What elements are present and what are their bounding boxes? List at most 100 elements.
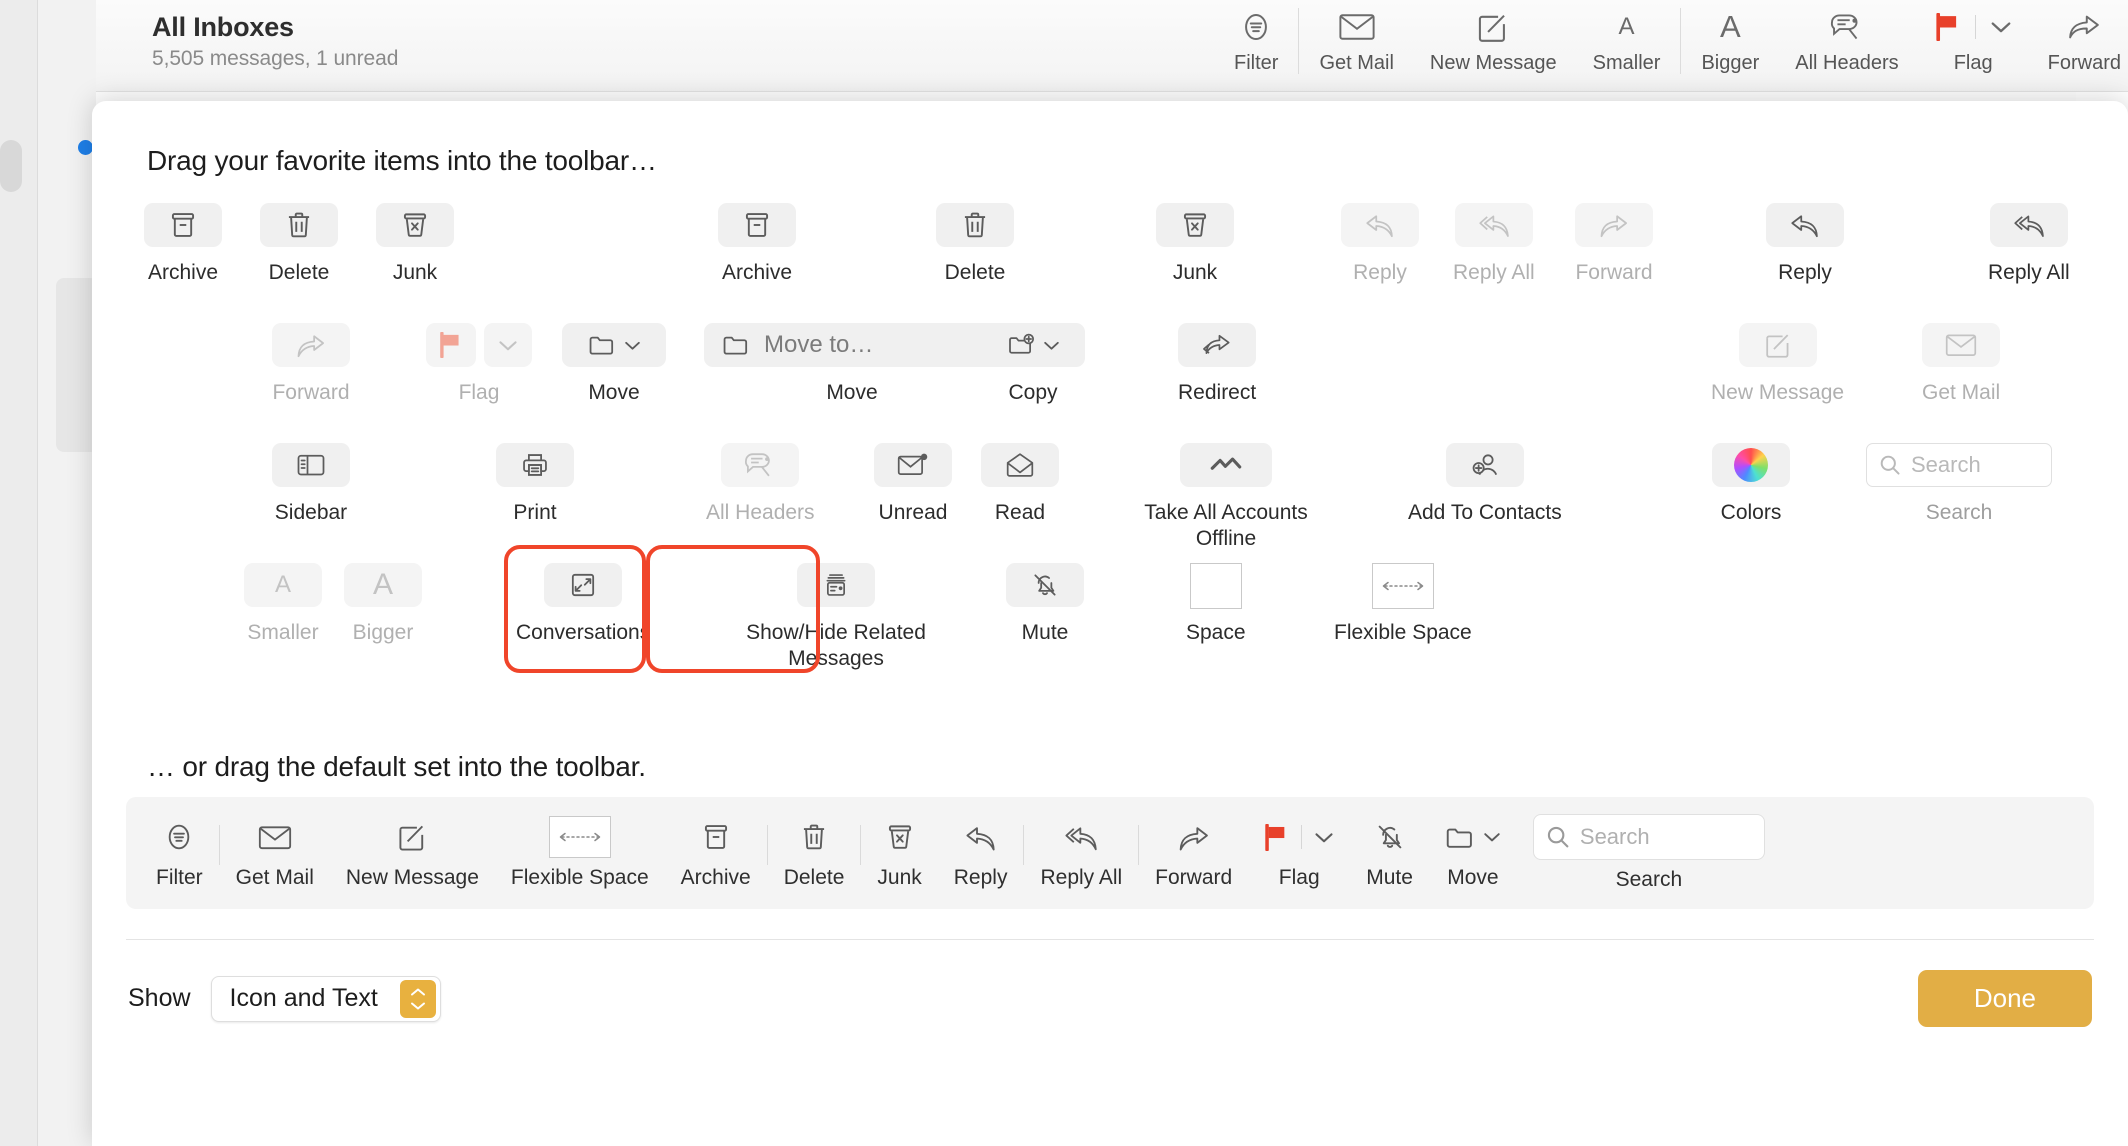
palette-item-flexible-space[interactable]: Flexible Space — [1334, 563, 1472, 646]
show-select[interactable]: Icon and Text — [210, 975, 441, 1022]
palette-label: Space — [1186, 621, 1246, 644]
palette-item-print[interactable]: Print — [496, 443, 574, 526]
space-icon — [1189, 563, 1242, 609]
app-toolbar: All Inboxes 5,505 messages, 1 unread Fil… — [96, 0, 2128, 92]
palette-item-colors[interactable]: Colors — [1712, 443, 1790, 526]
forward-icon — [2066, 8, 2102, 46]
palette-label: Move — [588, 381, 640, 404]
palette-item-reply-disabled[interactable]: Reply — [1341, 203, 1419, 286]
palette-item-search[interactable]: Search Search — [1866, 443, 2052, 526]
palette-row-4: A Smaller A Bigger Conversations Show/Hi… — [126, 545, 2094, 713]
conversations-icon — [544, 563, 623, 607]
junk-icon — [885, 816, 915, 858]
trash-icon — [936, 203, 1014, 247]
palette-item-add-to-contacts[interactable]: Add To Contacts — [1408, 443, 1562, 526]
default-item-mute[interactable]: Mute — [1350, 816, 1429, 890]
search-placeholder: Search — [1579, 824, 1650, 849]
copy-folder-menu-icon — [981, 323, 1085, 367]
default-item-reply[interactable]: Reply — [938, 816, 1024, 890]
toolbar-button-get-mail[interactable]: Get Mail — [1301, 8, 1411, 75]
reply-icon — [1341, 203, 1419, 247]
palette-item-read[interactable]: Read — [981, 443, 1059, 526]
palette-label: All Headers — [706, 501, 815, 524]
palette-item-reply-all-disabled[interactable]: Reply All — [1453, 203, 1535, 286]
show-control-group: Show Icon and Text — [128, 975, 441, 1022]
default-item-get-mail[interactable]: Get Mail — [220, 816, 330, 890]
toolbar-button-forward[interactable]: Forward — [2030, 8, 2128, 75]
palette-row-3: Sidebar Print All Headers Unread Read Ta… — [126, 443, 2094, 563]
palette-item-delete-2[interactable]: Delete — [936, 203, 1014, 286]
flexible-space-icon — [548, 816, 611, 858]
palette-item-move-to[interactable]: Move to… Move — [704, 323, 1000, 406]
search-input[interactable]: Search — [1532, 814, 1765, 860]
palette-item-move-menu[interactable]: Move — [562, 323, 666, 406]
palette-item-sidebar[interactable]: Sidebar — [272, 443, 350, 526]
default-toolbar-set[interactable]: Filter Get Mail New Message Flexible Spa… — [126, 797, 2094, 909]
palette-item-forward-disabled-2[interactable]: Forward — [272, 323, 350, 406]
palette-label: Forward — [1575, 261, 1653, 284]
search-icon — [1547, 826, 1569, 848]
toolbar-label: Bigger — [1701, 52, 1760, 74]
reply-all-icon — [1989, 203, 2068, 247]
palette-label: Delete — [268, 261, 330, 284]
default-item-label: New Message — [345, 866, 479, 889]
default-item-flag[interactable]: Flag — [1248, 816, 1350, 890]
palette-label: Flag — [458, 381, 500, 404]
toolbar-button-flag[interactable]: Flag — [1917, 8, 2030, 75]
palette-item-show-hide-related-messages[interactable]: Show/Hide Related Messages — [726, 563, 946, 673]
default-item-search[interactable]: Search Search — [1517, 814, 1781, 892]
palette-item-redirect[interactable]: Redirect — [1178, 323, 1256, 406]
default-item-junk[interactable]: Junk — [861, 816, 937, 890]
palette-item-reply[interactable]: Reply — [1766, 203, 1844, 286]
chevron-updown-icon[interactable] — [399, 979, 436, 1018]
default-item-flexible-space[interactable]: Flexible Space — [495, 816, 665, 890]
default-item-label: Get Mail — [235, 866, 314, 889]
palette-item-delete-1[interactable]: Delete — [260, 203, 338, 286]
flag-menu-icon — [1264, 816, 1334, 858]
palette-item-new-message-disabled[interactable]: New Message — [1711, 323, 1844, 406]
palette-item-all-headers-disabled[interactable]: All Headers — [706, 443, 815, 526]
default-item-delete[interactable]: Delete — [768, 816, 861, 890]
palette-item-smaller-disabled[interactable]: A Smaller — [244, 563, 322, 646]
palette-item-mute[interactable]: Mute — [1006, 563, 1084, 646]
toolbar-button-filter[interactable]: Filter — [1216, 8, 1296, 75]
palette-item-copy[interactable]: Copy — [981, 323, 1085, 406]
palette-item-forward-disabled[interactable]: Forward — [1575, 203, 1653, 286]
palette-item-archive-2[interactable]: Archive — [718, 203, 796, 286]
palette-item-archive-1[interactable]: Archive — [144, 203, 222, 286]
palette-item-take-all-accounts-offline[interactable]: Take All Accounts Offline — [1126, 443, 1326, 553]
trash-icon — [799, 816, 829, 858]
palette-label: Bigger — [352, 621, 414, 644]
palette-item-get-mail-disabled[interactable]: Get Mail — [1922, 323, 2000, 406]
toolbar-button-bigger[interactable]: A Bigger — [1683, 8, 1777, 75]
palette-item-flag-disabled[interactable]: Flag — [426, 323, 532, 406]
palette-item-space[interactable]: Space — [1186, 563, 1246, 646]
search-input[interactable]: Search — [1866, 443, 2052, 487]
default-item-label: Search — [1615, 868, 1683, 891]
favorites-heading: Drag your favorite items into the toolba… — [147, 145, 657, 176]
palette-item-conversations[interactable]: Conversations — [516, 563, 650, 646]
palette-label: Colors — [1720, 501, 1782, 524]
palette-item-unread[interactable]: Unread — [874, 443, 952, 526]
default-item-archive[interactable]: Archive — [665, 816, 767, 890]
default-item-label: Flexible Space — [510, 866, 649, 889]
default-item-filter[interactable]: Filter — [140, 816, 219, 890]
done-button[interactable]: Done — [1917, 970, 2092, 1027]
palette-item-junk-2[interactable]: Junk — [1156, 203, 1234, 286]
default-item-new-message[interactable]: New Message — [330, 816, 495, 890]
palette-item-bigger-disabled[interactable]: A Bigger — [344, 563, 422, 646]
toolbar-button-new-message[interactable]: New Message — [1412, 8, 1575, 75]
toolbar-label: Get Mail — [1319, 52, 1394, 74]
read-icon — [981, 443, 1059, 487]
toolbar-button-all-headers[interactable]: All Headers — [1777, 8, 1916, 75]
default-item-forward[interactable]: Forward — [1139, 816, 1248, 890]
mailbox-sidebar[interactable] — [38, 0, 96, 1146]
search-placeholder: Search — [1911, 452, 1981, 477]
toolbar-button-smaller[interactable]: A Smaller — [1575, 8, 1679, 75]
palette-item-reply-all[interactable]: Reply All — [1988, 203, 2070, 286]
default-item-reply-all[interactable]: Reply All — [1024, 816, 1138, 890]
default-item-move[interactable]: Move — [1429, 816, 1517, 890]
palette-item-junk-1[interactable]: Junk — [376, 203, 454, 286]
toolbar-label: Forward — [2047, 52, 2121, 74]
default-item-label: Forward — [1155, 866, 1233, 889]
